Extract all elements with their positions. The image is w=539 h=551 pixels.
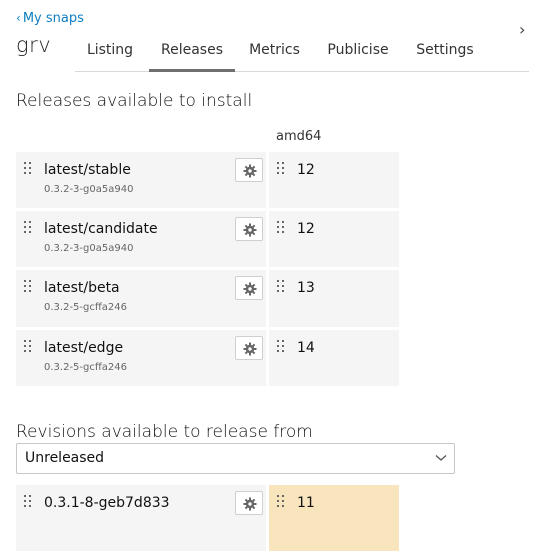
gear-icon xyxy=(243,164,257,178)
channel-version: 0.3.2-5-gcffa246 xyxy=(44,362,127,373)
revision-number: 12 xyxy=(297,221,315,237)
channel-settings-button[interactable] xyxy=(235,158,263,182)
revision-settings-button[interactable] xyxy=(235,491,263,515)
back-to-my-snaps-link[interactable]: ‹ My snaps xyxy=(16,11,84,26)
gear-icon xyxy=(243,342,257,356)
chevron-down-icon xyxy=(435,455,447,461)
channel-settings-button[interactable] xyxy=(235,276,263,300)
revision-number: 13 xyxy=(297,280,315,296)
drag-handle-icon[interactable] xyxy=(277,162,287,176)
unreleased-revision-cell: 11 xyxy=(269,485,399,551)
chevron-right-icon[interactable]: › xyxy=(519,20,525,39)
revision-number: 11 xyxy=(297,495,315,511)
tab-releases[interactable]: Releases xyxy=(149,35,235,72)
drag-handle-icon[interactable] xyxy=(24,340,34,354)
chevron-left-icon: ‹ xyxy=(16,11,21,25)
drag-handle-icon[interactable] xyxy=(24,221,34,235)
revision-filter-value: Unreleased xyxy=(25,450,105,466)
drag-handle-icon[interactable] xyxy=(277,280,287,294)
drag-handle-icon[interactable] xyxy=(277,221,287,235)
channel-version: 0.3.2-3-g0a5a940 xyxy=(44,184,134,195)
drag-handle-icon[interactable] xyxy=(24,495,34,509)
revision-number: 12 xyxy=(297,162,315,178)
channel-settings-button[interactable] xyxy=(235,217,263,241)
drag-handle-icon[interactable] xyxy=(24,162,34,176)
channel-row-candidate: latest/candidate 0.3.2-3-g0a5a940 xyxy=(16,211,266,267)
gear-icon xyxy=(243,497,257,511)
releases-section-title: Releases available to install xyxy=(16,91,253,111)
tab-listing[interactable]: Listing xyxy=(75,35,145,71)
drag-handle-icon[interactable] xyxy=(24,280,34,294)
channel-row-stable: latest/stable 0.3.2-3-g0a5a940 xyxy=(16,152,266,208)
revision-cell-stable: 12 xyxy=(269,152,399,208)
revision-filter-select[interactable]: Unreleased xyxy=(16,443,455,474)
gear-icon xyxy=(243,282,257,296)
architecture-label: amd64 xyxy=(276,129,322,144)
channel-name: latest/edge xyxy=(44,340,124,356)
drag-handle-icon[interactable] xyxy=(277,495,287,509)
revision-number: 14 xyxy=(297,340,315,356)
unreleased-revision-row: 0.3.1-8-geb7d833 xyxy=(16,485,266,551)
channel-version: 0.3.2-5-gcffa246 xyxy=(44,302,127,313)
tab-publicise[interactable]: Publicise xyxy=(321,35,395,71)
channel-settings-button[interactable] xyxy=(235,336,263,360)
back-link-label: My snaps xyxy=(22,11,84,26)
tab-metrics[interactable]: Metrics xyxy=(241,35,308,71)
revisions-section-title: Revisions available to release from xyxy=(16,422,313,442)
channel-row-beta: latest/beta 0.3.2-5-gcffa246 xyxy=(16,270,266,327)
tab-settings[interactable]: Settings xyxy=(411,35,479,71)
drag-handle-icon[interactable] xyxy=(277,340,287,354)
channel-name: latest/stable xyxy=(44,162,131,178)
snap-name: grv xyxy=(16,33,52,57)
tab-bar: Listing Releases Metrics Publicise Setti… xyxy=(75,35,529,72)
revision-cell-edge: 14 xyxy=(269,330,399,386)
channel-row-edge: latest/edge 0.3.2-5-gcffa246 xyxy=(16,330,266,386)
gear-icon xyxy=(243,223,257,237)
channel-name: latest/candidate xyxy=(44,221,158,237)
revision-version: 0.3.1-8-geb7d833 xyxy=(44,495,170,511)
channel-name: latest/beta xyxy=(44,280,120,296)
revision-cell-candidate: 12 xyxy=(269,211,399,267)
channel-version: 0.3.2-3-g0a5a940 xyxy=(44,243,134,254)
revision-cell-beta: 13 xyxy=(269,270,399,327)
